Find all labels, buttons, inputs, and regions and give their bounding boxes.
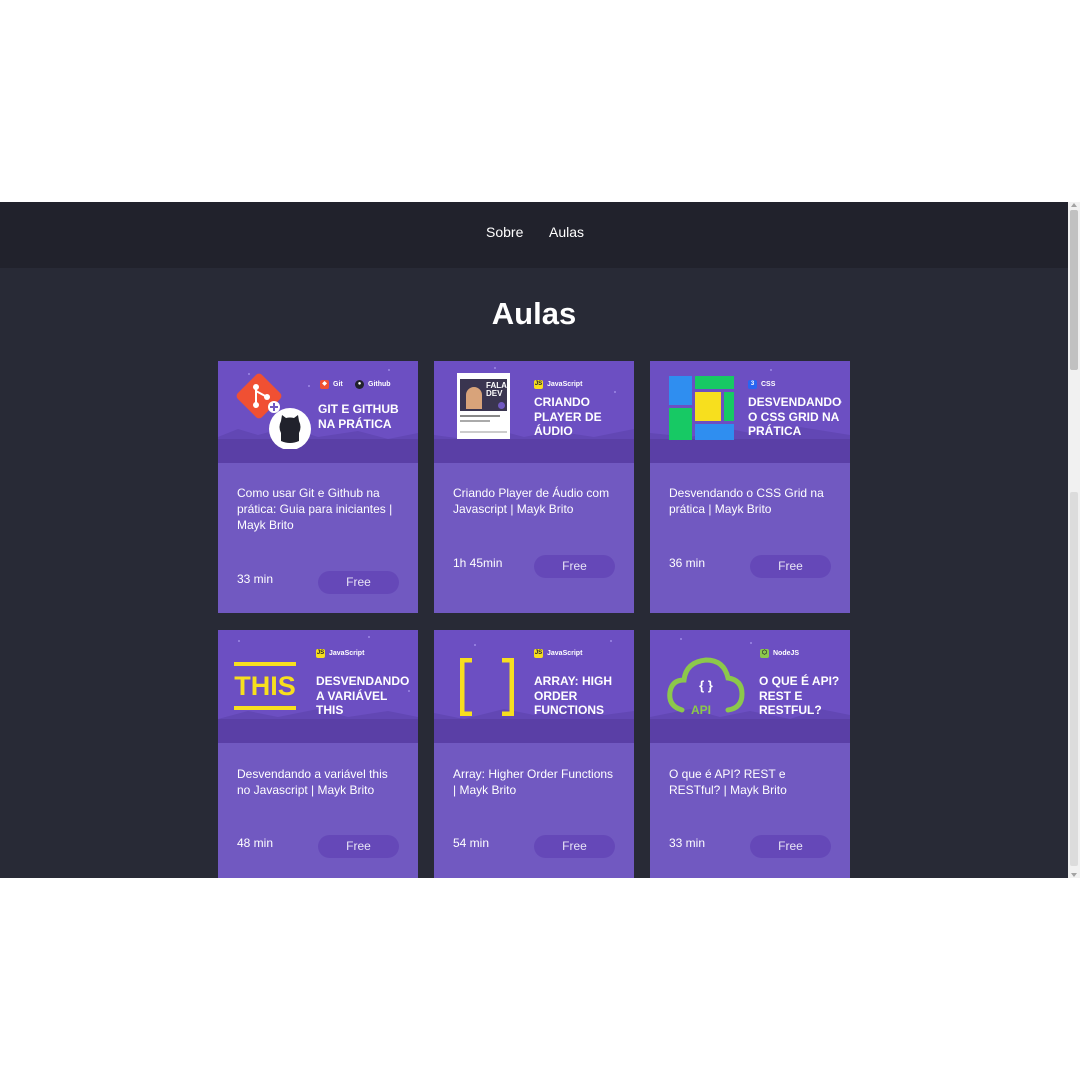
ground-decoration bbox=[434, 439, 634, 463]
course-card[interactable]: FALA DEV JS JavaScript CRIANDO PLAYER DE… bbox=[434, 361, 634, 613]
free-button[interactable]: Free bbox=[750, 555, 831, 578]
free-button[interactable]: Free bbox=[534, 835, 615, 858]
javascript-icon: JS bbox=[534, 380, 543, 389]
star-decoration bbox=[614, 391, 616, 393]
javascript-icon: JS bbox=[534, 649, 543, 658]
mockup-label: FALA DEV bbox=[486, 381, 507, 398]
course-thumbnail[interactable]: JS JavaScript ARRAY: HIGH ORDER FUNCTION… bbox=[434, 630, 634, 743]
git-icon: ◆ bbox=[320, 380, 329, 389]
course-thumbnail[interactable]: ◆ Git ● Github GIT E GITHUB NA PRÁTICA bbox=[218, 361, 418, 463]
course-card[interactable]: ◆ Git ● Github GIT E GITHUB NA PRÁTICA C… bbox=[218, 361, 418, 613]
tech-tag-github: ● Github bbox=[355, 380, 391, 389]
ground-decoration bbox=[218, 719, 418, 743]
star-decoration bbox=[770, 369, 772, 371]
tech-tag-nodejs: ⬡ NodeJS bbox=[760, 649, 799, 658]
this-keyword-text: THIS bbox=[234, 671, 296, 701]
star-decoration bbox=[368, 636, 370, 638]
mockup-progress bbox=[460, 431, 507, 433]
course-card[interactable]: JS JavaScript ARRAY: HIGH ORDER FUNCTION… bbox=[434, 630, 634, 878]
tag-label: Git bbox=[333, 381, 343, 388]
scroll-up-arrow-icon[interactable] bbox=[1071, 203, 1077, 207]
tech-tag-git: ◆ Git bbox=[320, 380, 343, 389]
tech-tag-javascript: JS JavaScript bbox=[316, 649, 364, 658]
tech-tag-javascript: JS JavaScript bbox=[534, 649, 582, 658]
course-duration: 1h 45min bbox=[453, 556, 503, 570]
tag-label: JavaScript bbox=[329, 650, 365, 657]
ground-decoration bbox=[434, 719, 634, 743]
vertical-scrollbar[interactable] bbox=[1068, 202, 1080, 878]
thumbnail-title: GIT E GITHUB NA PRÁTICA bbox=[318, 402, 399, 431]
star-decoration bbox=[494, 367, 496, 369]
course-duration: 33 min bbox=[237, 572, 274, 586]
course-card[interactable]: 3 CSS DESVENDANDO O CSS GRID NA PRÁTICA … bbox=[650, 361, 850, 613]
thumbnail-title: O QUE É API? REST E RESTFUL? bbox=[759, 674, 840, 717]
nav-link-sobre[interactable]: Sobre bbox=[486, 224, 523, 240]
course-duration: 48 min bbox=[237, 836, 274, 850]
audio-player-mockup-icon: FALA DEV bbox=[457, 373, 510, 439]
course-title[interactable]: Array: Higher Order Functions | Mayk Bri… bbox=[453, 766, 619, 798]
free-button[interactable]: Free bbox=[534, 555, 615, 578]
person-avatar bbox=[466, 387, 482, 409]
course-thumbnail[interactable]: { } API ⬡ NodeJS O QUE É API? REST E RES… bbox=[650, 630, 850, 743]
mockup-cover: FALA DEV bbox=[460, 379, 507, 411]
star-decoration bbox=[238, 640, 240, 642]
course-title[interactable]: Criando Player de Áudio com Javascript |… bbox=[453, 485, 619, 517]
play-icon bbox=[498, 402, 505, 409]
course-duration: 54 min bbox=[453, 836, 490, 850]
star-decoration bbox=[610, 640, 612, 642]
scrollbar-track-lower[interactable] bbox=[1070, 492, 1078, 866]
tech-tag-javascript: JS JavaScript bbox=[534, 380, 582, 389]
mockup-text-line bbox=[460, 415, 500, 417]
thumbnail-title: ARRAY: HIGH ORDER FUNCTIONS bbox=[534, 674, 613, 717]
free-button[interactable]: Free bbox=[750, 835, 831, 858]
course-thumbnail[interactable]: 3 CSS DESVENDANDO O CSS GRID NA PRÁTICA bbox=[650, 361, 850, 463]
nodejs-icon: ⬡ bbox=[760, 649, 769, 658]
course-title[interactable]: Como usar Git e Github na prática: Guia … bbox=[237, 485, 403, 533]
scrollbar-thumb[interactable] bbox=[1070, 210, 1078, 370]
course-duration: 36 min bbox=[669, 556, 706, 570]
javascript-icon: JS bbox=[316, 649, 325, 658]
thumbnail-title: DESVENDANDO A VARIÁVEL THIS bbox=[316, 674, 410, 717]
course-duration: 33 min bbox=[669, 836, 706, 850]
free-button[interactable]: Free bbox=[318, 835, 399, 858]
thumbnail-title: CRIANDO PLAYER DE ÁUDIO bbox=[534, 395, 602, 438]
course-thumbnail[interactable]: FALA DEV JS JavaScript CRIANDO PLAYER DE… bbox=[434, 361, 634, 463]
ground-decoration bbox=[650, 439, 850, 463]
browser-viewport: Sobre Aulas Aulas ◆ Git ● Github GIT E G… bbox=[0, 202, 1080, 878]
scroll-down-arrow-icon[interactable] bbox=[1071, 873, 1077, 877]
course-title[interactable]: O que é API? REST e RESTful? | Mayk Brit… bbox=[669, 766, 835, 798]
ground-decoration bbox=[650, 719, 850, 743]
tech-tag-css: 3 CSS bbox=[748, 380, 775, 389]
course-title[interactable]: Desvendando a variável this no Javascrip… bbox=[237, 766, 403, 798]
page-title: Aulas bbox=[491, 296, 577, 331]
free-button[interactable]: Free bbox=[318, 571, 399, 594]
navbar: Sobre Aulas bbox=[0, 202, 1068, 268]
svg-text:{ }: { } bbox=[699, 678, 713, 693]
css3-icon: 3 bbox=[748, 380, 757, 389]
course-card[interactable]: { } API ⬡ NodeJS O QUE É API? REST E RES… bbox=[650, 630, 850, 878]
tag-label: JavaScript bbox=[547, 381, 583, 388]
tag-label: JavaScript bbox=[547, 650, 583, 657]
course-title[interactable]: Desvendando o CSS Grid na prática | Mayk… bbox=[669, 485, 835, 517]
tag-label: Github bbox=[368, 381, 391, 388]
github-icon: ● bbox=[355, 380, 364, 389]
tag-label: CSS bbox=[761, 381, 776, 388]
nav-link-aulas[interactable]: Aulas bbox=[549, 224, 584, 240]
thumbnail-title: DESVENDANDO O CSS GRID NA PRÁTICA bbox=[748, 395, 842, 438]
star-decoration bbox=[474, 644, 476, 646]
git-github-logo-icon bbox=[236, 373, 311, 449]
array-brackets-icon bbox=[460, 658, 514, 716]
star-decoration bbox=[680, 638, 682, 640]
mockup-text-line bbox=[460, 420, 490, 422]
tag-label: NodeJS bbox=[773, 650, 800, 657]
this-keyword-icon: THIS bbox=[234, 662, 296, 710]
course-card[interactable]: THIS JS JavaScript DESVENDANDO A VARIÁVE… bbox=[218, 630, 418, 878]
css-grid-blocks-icon bbox=[669, 376, 734, 440]
course-thumbnail[interactable]: THIS JS JavaScript DESVENDANDO A VARIÁVE… bbox=[218, 630, 418, 743]
star-decoration bbox=[750, 642, 752, 644]
api-label: API bbox=[691, 703, 712, 717]
star-decoration bbox=[388, 369, 390, 371]
